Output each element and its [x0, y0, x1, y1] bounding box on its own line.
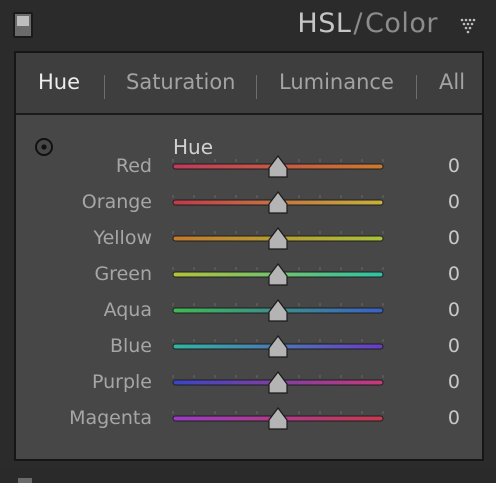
hsl-color-panel: HSL/Color Hue Saturation Luminance All H…	[0, 0, 496, 483]
tab-all[interactable]: All	[439, 70, 465, 94]
slider-label-orange: Orange	[81, 191, 152, 213]
next-panel-switch-icon[interactable]	[18, 478, 32, 483]
tab-divider	[416, 75, 417, 99]
slider-value-magenta[interactable]: 0	[448, 407, 460, 429]
slider-green[interactable]	[171, 258, 386, 292]
panel-title[interactable]: HSL/Color	[297, 8, 438, 39]
slider-value-purple[interactable]: 0	[448, 371, 460, 393]
hsl-tab-bar: Hue Saturation Luminance All	[16, 53, 482, 115]
tab-hue[interactable]: Hue	[38, 70, 80, 94]
slider-label-red: Red	[115, 155, 152, 177]
slider-thumb[interactable]	[268, 155, 288, 178]
panel-title-sub: Color	[365, 8, 438, 39]
slider-thumb[interactable]	[268, 335, 288, 358]
slider-thumb[interactable]	[268, 227, 288, 250]
target-adjustment-icon[interactable]	[34, 137, 54, 157]
slider-blue[interactable]	[171, 330, 386, 364]
slider-label-yellow: Yellow	[93, 227, 153, 249]
slider-value-yellow[interactable]: 0	[448, 227, 460, 249]
slider-value-blue[interactable]: 0	[448, 335, 460, 357]
slider-thumb[interactable]	[268, 191, 288, 214]
panel-body: Hue Saturation Luminance All Hue Red 0 Ora…	[14, 51, 484, 461]
slider-orange[interactable]	[171, 186, 386, 220]
slider-label-purple: Purple	[91, 371, 152, 393]
slider-value-orange[interactable]: 0	[448, 191, 460, 213]
hsl-content: Hue Red 0 Orange 0 Yellow 0 Green 0 Aqua 0 Blue 0 Pu…	[16, 115, 482, 459]
slider-label-blue: Blue	[109, 335, 152, 357]
tab-divider	[104, 75, 105, 99]
slider-thumb[interactable]	[268, 299, 288, 322]
slider-red[interactable]	[171, 150, 386, 184]
slider-label-magenta: Magenta	[69, 407, 152, 429]
next-panel-edge	[0, 469, 496, 483]
slider-aqua[interactable]	[171, 294, 386, 328]
tab-divider	[256, 75, 257, 99]
tab-luminance[interactable]: Luminance	[279, 70, 394, 94]
panel-header[interactable]: HSL/Color	[0, 0, 496, 52]
slider-value-aqua[interactable]: 0	[448, 299, 460, 321]
slider-thumb[interactable]	[268, 263, 288, 286]
panel-switch-icon[interactable]	[13, 12, 33, 38]
panel-title-separator: /	[353, 8, 363, 39]
slider-thumb[interactable]	[268, 371, 288, 394]
panel-switch-knob	[17, 16, 29, 26]
collapse-triangle-icon[interactable]	[460, 18, 478, 34]
slider-yellow[interactable]	[171, 222, 386, 256]
slider-label-aqua: Aqua	[103, 299, 152, 321]
slider-value-red[interactable]: 0	[448, 155, 460, 177]
slider-magenta[interactable]	[171, 402, 386, 436]
slider-purple[interactable]	[171, 366, 386, 400]
slider-value-green[interactable]: 0	[448, 263, 460, 285]
tab-saturation[interactable]: Saturation	[126, 70, 235, 94]
panel-title-main: HSL	[297, 8, 352, 39]
slider-thumb[interactable]	[268, 407, 288, 430]
slider-label-green: Green	[94, 263, 152, 285]
